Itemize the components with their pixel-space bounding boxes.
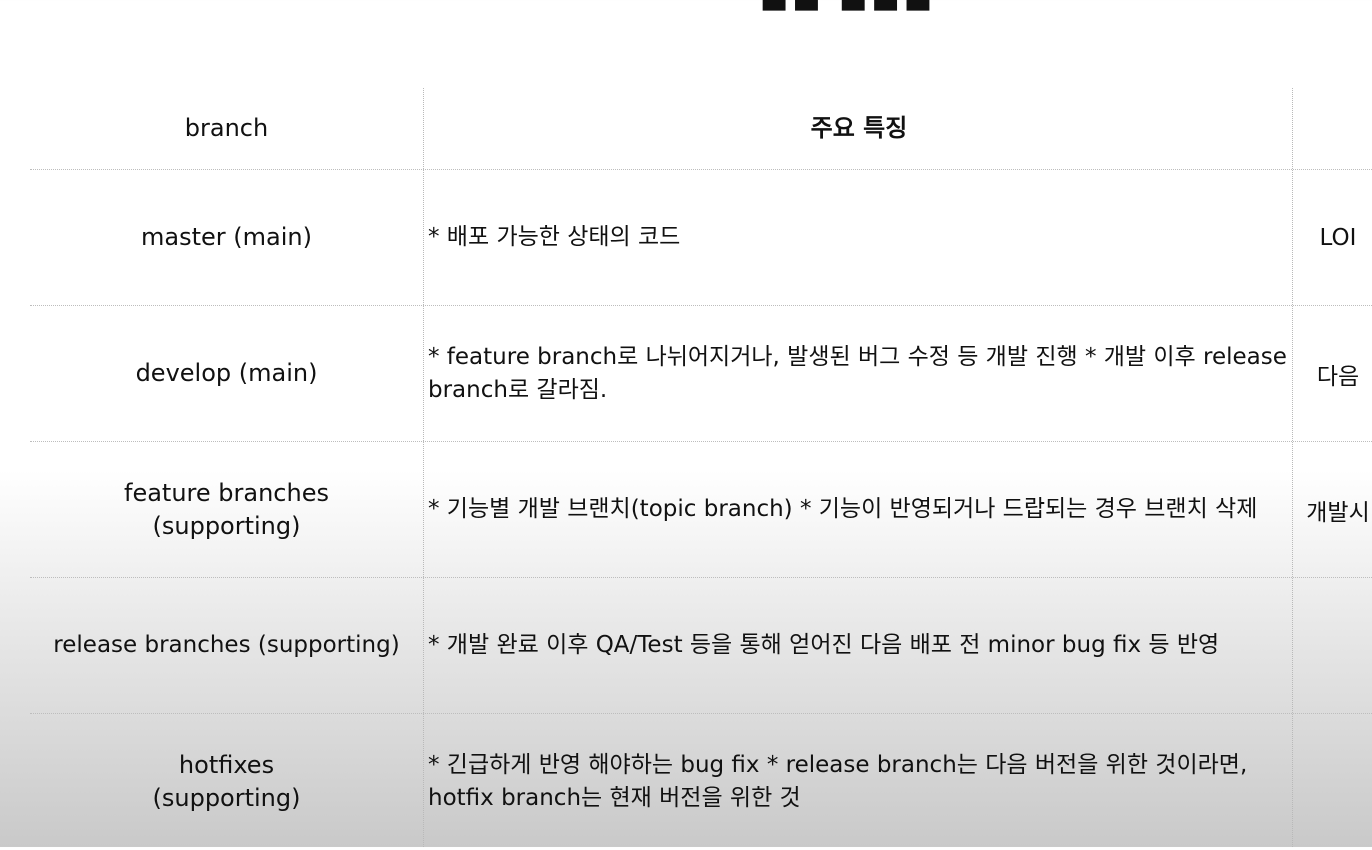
branch-note: LOI — [1319, 224, 1357, 251]
branch-feature: * 배포 가능한 상태의 코드 — [428, 224, 681, 250]
table-row: master (main) * 배포 가능한 상태의 코드 LOI — [30, 170, 1372, 306]
table-row: hotfixes (supporting) * 긴급하게 반영 해야하는 bug… — [30, 714, 1372, 850]
table-row: develop (main) * feature branch로 나뉘어지거나,… — [30, 306, 1372, 442]
branch-note — [1293, 578, 1372, 713]
branch-note: 다음 — [1316, 363, 1360, 390]
branch-name: release branches (supporting) — [53, 632, 400, 658]
page-title-fragment: ▬▬ ▬▬▬ — [760, 0, 937, 21]
branch-name: master (main) — [141, 223, 312, 251]
branch-feature: * 개발 완료 이후 QA/Test 등을 통해 얻어진 다음 배포 전 min… — [428, 632, 1220, 658]
branch-name: develop (main) — [135, 359, 318, 387]
table-header-row: branch 주요 특징 — [30, 88, 1372, 170]
table-row: release branches (supporting) * 개발 완료 이후… — [30, 578, 1372, 714]
header-branch: branch — [184, 114, 269, 142]
header-features: 주요 특징 — [810, 114, 908, 142]
branch-feature: * feature branch로 나뉘어지거나, 발생된 버그 수정 등 개발… — [428, 343, 1287, 403]
branch-name: hotfixes (supporting) — [152, 751, 301, 812]
header-third — [1293, 88, 1372, 169]
branch-name: feature branches (supporting) — [124, 478, 329, 540]
table-row: feature branches (supporting) * 기능별 개발 브… — [30, 442, 1372, 578]
branch-feature: * 긴급하게 반영 해야하는 bug fix * release branch는… — [428, 752, 1248, 811]
branch-note — [1293, 714, 1372, 850]
branch-feature: * 기능별 개발 브랜치(topic branch) * 기능이 반영되거나 드… — [428, 496, 1258, 522]
branch-note: 개발시 — [1306, 499, 1370, 526]
